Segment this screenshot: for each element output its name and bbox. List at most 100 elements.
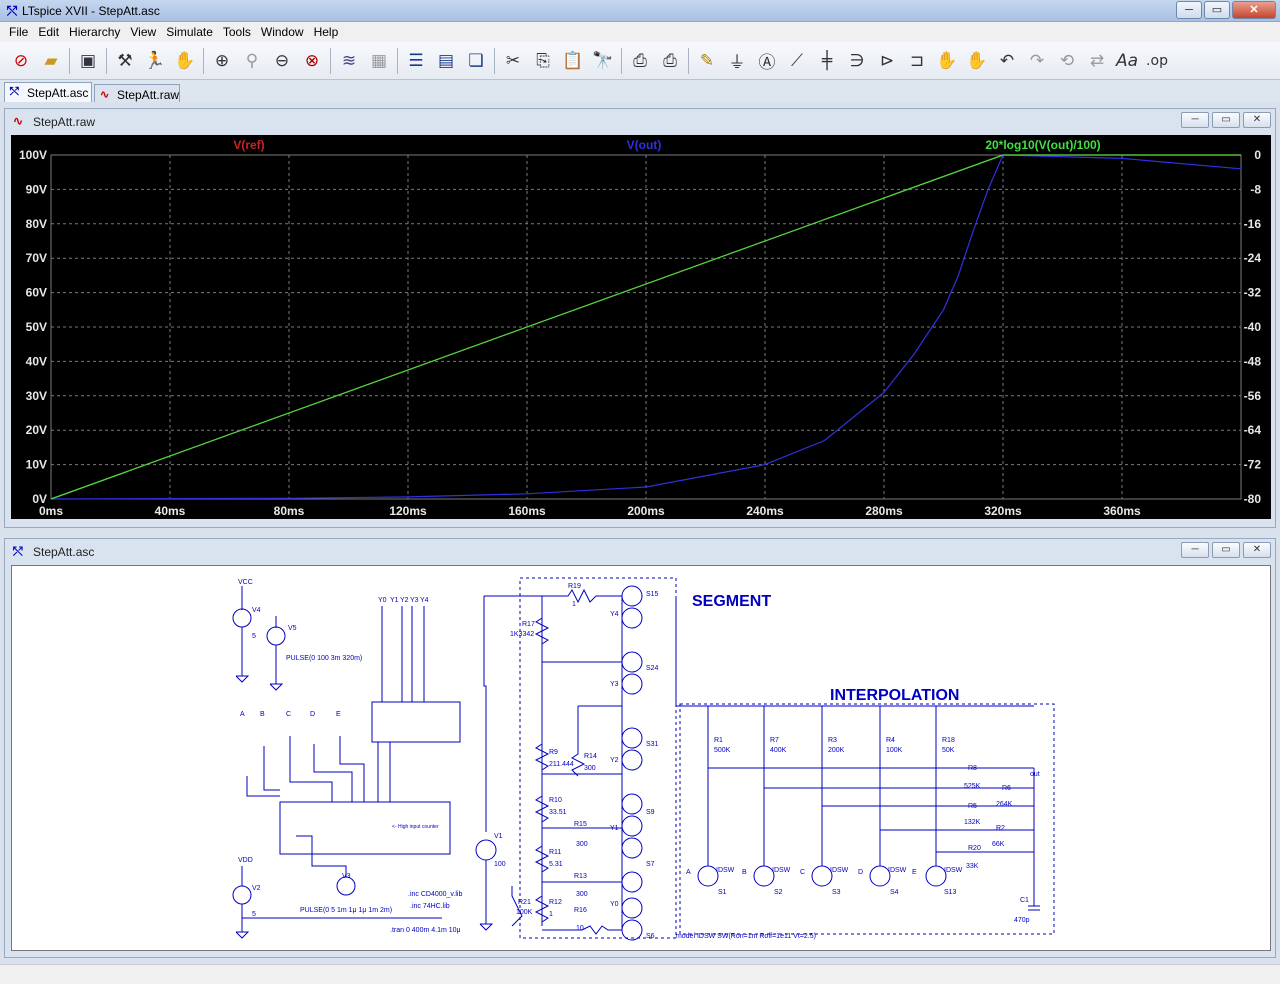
r9-value: 211.444: [549, 761, 574, 768]
r15-value: 300: [576, 841, 588, 848]
spice-directive-icon[interactable]: .op: [1142, 46, 1172, 76]
copy-icon[interactable]: ⎘: [528, 46, 558, 76]
minimize-button[interactable]: ─: [1176, 1, 1202, 19]
text-icon[interactable]: Aa: [1112, 46, 1142, 76]
tab-stepatt-asc[interactable]: ⤲ StepAtt.asc: [4, 82, 92, 102]
run-icon[interactable]: 🏃: [140, 46, 170, 76]
resistor-icon[interactable]: ⟋: [782, 46, 812, 76]
r10-value: 33.51: [549, 809, 567, 816]
rotate-icon[interactable]: ⟲: [1052, 46, 1082, 76]
control-panel-icon[interactable]: ⚒: [110, 46, 140, 76]
menu-edit[interactable]: Edit: [33, 22, 64, 42]
draw-wire-icon[interactable]: ✎: [692, 46, 722, 76]
tab-stepatt-raw[interactable]: ∿ StepAtt.raw: [94, 84, 180, 102]
redo-icon[interactable]: ↷: [1022, 46, 1052, 76]
segment-label: SEGMENT: [692, 593, 771, 610]
toolbar-separator: [203, 47, 204, 74]
schematic-canvas[interactable]: SEGMENT INTERPOLATION VCC VDD V4 5 V5 PU…: [11, 565, 1271, 951]
pan-icon[interactable]: ⚲: [237, 46, 267, 76]
schematic-drawing[interactable]: SEGMENT INTERPOLATION VCC VDD V4 5 V5 PU…: [12, 566, 1270, 950]
legend-vref[interactable]: V(ref): [233, 138, 264, 152]
grid-icon[interactable]: ▦: [364, 46, 394, 76]
y-right-tick-label: -56: [1244, 389, 1262, 403]
menu-file[interactable]: File: [4, 22, 33, 42]
y-left-tick-label: 30V: [26, 389, 47, 403]
legend-vdb[interactable]: 20*log10(V(out)/100): [985, 138, 1100, 152]
s4-label: S4: [890, 889, 899, 896]
r3-label: R3: [828, 737, 837, 744]
schematic-icon: ⤲: [13, 544, 23, 558]
r16-label: R16: [574, 907, 587, 914]
zoom-out-icon[interactable]: ⊖: [267, 46, 297, 76]
autorange-icon[interactable]: ≋: [334, 46, 364, 76]
paste-icon[interactable]: 📋: [558, 46, 588, 76]
plot-area[interactable]: 0ms 40ms 80ms 120ms 160ms 200ms 240ms 280ms 320m…: [11, 135, 1271, 519]
tile-horizontal-icon[interactable]: ☰: [401, 46, 431, 76]
v5-pulse: PULSE(0 100 3m 320m): [286, 655, 362, 662]
zoom-in-icon[interactable]: ⊕: [207, 46, 237, 76]
maximize-button[interactable]: ▭: [1204, 1, 1230, 19]
waveform-minimize-button[interactable]: ─: [1181, 112, 1209, 128]
waveform-chart[interactable]: 0ms 40ms 80ms 120ms 160ms 200ms 240ms 280ms 320m…: [11, 135, 1271, 519]
cut-icon[interactable]: ✂: [498, 46, 528, 76]
open-folder-icon[interactable]: ▰: [36, 46, 66, 76]
menu-tools[interactable]: Tools: [218, 22, 256, 42]
y-right-tick-labels: 0 -8 -16 -24 -32 -40 -48 -56 -64 -72 -80: [1244, 148, 1262, 506]
y3-label: Y3: [610, 681, 619, 688]
r5-label: R5: [968, 803, 977, 810]
counter-note: <- High input counter: [392, 824, 439, 830]
schematic-close-button[interactable]: ✕: [1243, 542, 1271, 558]
tile-vertical-icon[interactable]: ▤: [431, 46, 461, 76]
v4-value: 5: [252, 633, 256, 640]
capacitor-icon[interactable]: ╪: [812, 46, 842, 76]
menu-window[interactable]: Window: [256, 22, 309, 42]
net-d-label: D: [310, 711, 315, 718]
waveform-maximize-button[interactable]: ▭: [1212, 112, 1240, 128]
menu-view[interactable]: View: [125, 22, 161, 42]
toolbar-separator: [69, 47, 70, 74]
new-schematic-icon[interactable]: ⊘: [6, 46, 36, 76]
drag-icon[interactable]: ✋: [962, 46, 992, 76]
toolbar-separator: [330, 47, 331, 74]
r21-label: R21: [518, 899, 531, 906]
r19-label: R19: [568, 583, 581, 590]
v5-label: V5: [288, 625, 297, 632]
r4-label: R4: [886, 737, 895, 744]
label-net-icon[interactable]: Ⓐ: [752, 46, 782, 76]
find-icon[interactable]: 🔭: [588, 46, 618, 76]
r2-label: R2: [996, 825, 1005, 832]
menu-simulate[interactable]: Simulate: [161, 22, 218, 42]
legend-vout[interactable]: V(out): [627, 138, 662, 152]
cascade-icon[interactable]: ❏: [461, 46, 491, 76]
y-left-tick-label: 90V: [26, 182, 47, 196]
r21-value: 100K: [516, 909, 533, 916]
halt-icon[interactable]: ✋: [170, 46, 200, 76]
schematic-maximize-button[interactable]: ▭: [1212, 542, 1240, 558]
waveform-close-button[interactable]: ✕: [1243, 112, 1271, 128]
print-setup-icon[interactable]: ⎙: [655, 46, 685, 76]
menu-help[interactable]: Help: [309, 22, 344, 42]
schematic-minimize-button[interactable]: ─: [1181, 542, 1209, 558]
undo-icon[interactable]: ↶: [992, 46, 1022, 76]
inductor-icon[interactable]: ∋: [842, 46, 872, 76]
v4-symbol: [232, 608, 252, 628]
schematic-window-controls: ─ ▭ ✕: [1181, 542, 1271, 558]
zoom-fit-icon[interactable]: ⊗: [297, 46, 327, 76]
print-icon[interactable]: ⎙: [625, 46, 655, 76]
y-left-tick-label: 70V: [26, 251, 47, 265]
close-button[interactable]: ✕: [1232, 1, 1276, 19]
menu-hierarchy[interactable]: Hierarchy: [64, 22, 125, 42]
diode-icon[interactable]: ⊳: [872, 46, 902, 76]
component-icon[interactable]: ⊐: [902, 46, 932, 76]
toolbar-separator: [106, 47, 107, 74]
y-left-tick-label: 80V: [26, 217, 47, 231]
v3-label: V3: [342, 873, 351, 880]
move-icon[interactable]: ✋: [932, 46, 962, 76]
ground-icon[interactable]: ⏚: [722, 46, 752, 76]
r19-value: 1: [572, 601, 576, 608]
save-icon[interactable]: ▣: [73, 46, 103, 76]
net-a-label: A: [686, 869, 691, 876]
mirror-icon[interactable]: ⇄: [1082, 46, 1112, 76]
segment-switches: [621, 585, 643, 941]
r12-label: R12: [549, 899, 562, 906]
